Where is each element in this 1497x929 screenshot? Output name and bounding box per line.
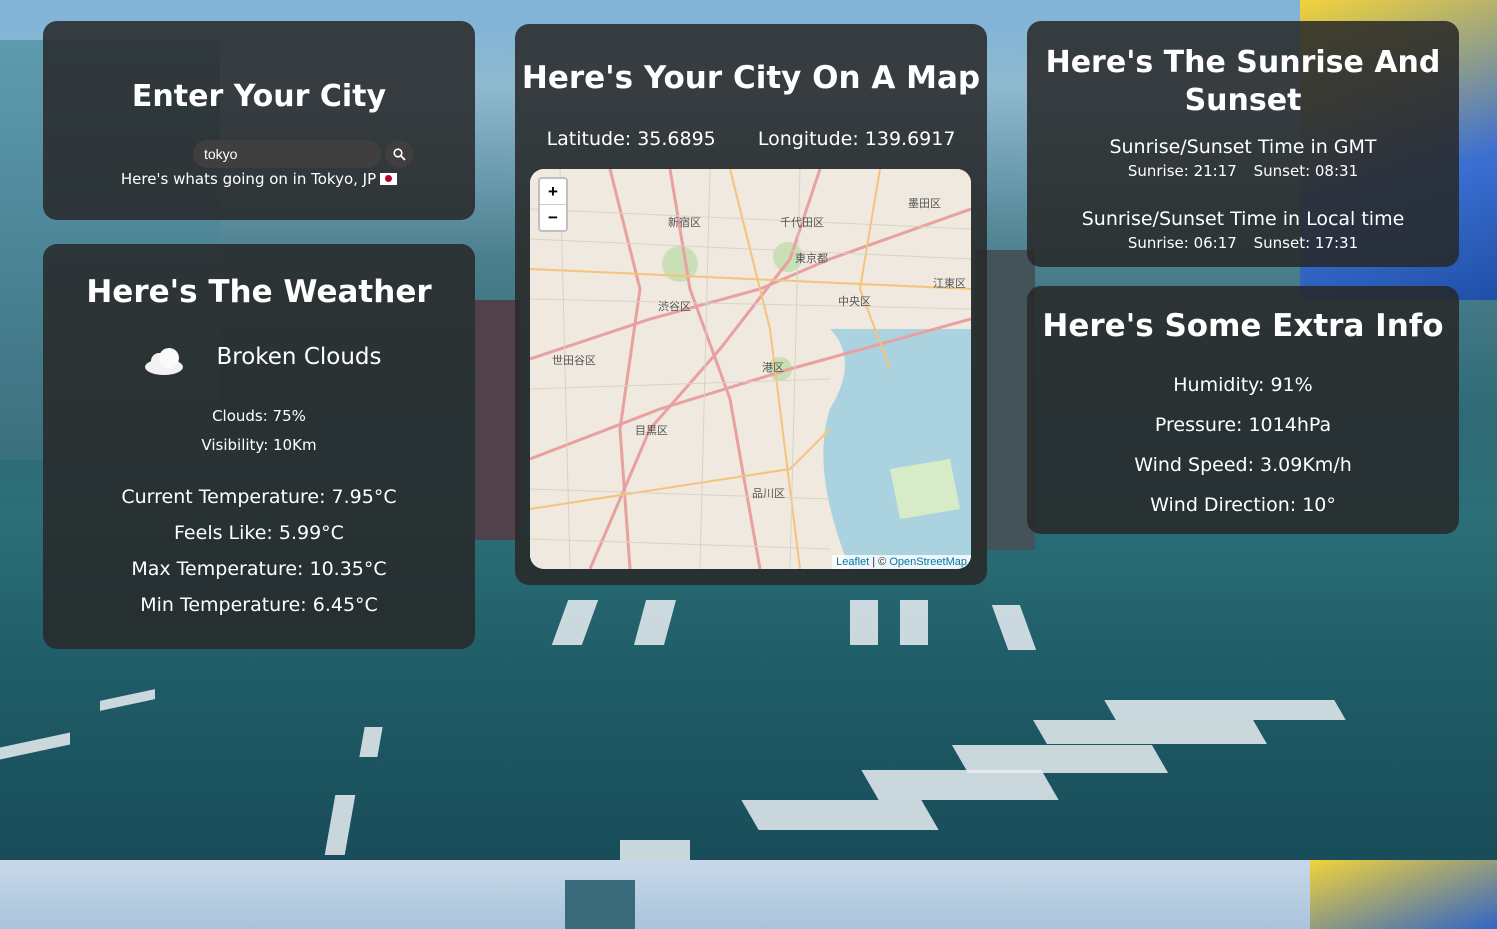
gmt-title: Sunrise/Sunset Time in GMT [1109, 136, 1377, 158]
local-sunrise: Sunrise: 06:17 [1127, 234, 1237, 252]
japan-flag-icon [380, 173, 398, 185]
clouds-value: Clouds: 75% [212, 407, 306, 425]
city-map[interactable]: 新宿区 千代田区 墨田区 東京都 江東区 渋谷区 中央区 世田谷区 港区 目黒区… [530, 169, 971, 569]
min-temperature: Min Temperature: 6.45°C [140, 594, 378, 616]
svg-text:千代田区: 千代田区 [780, 216, 824, 229]
city-search-card: Enter Your City Here's whats going on in… [43, 21, 475, 220]
feels-like: Feels Like: 5.99°C [174, 522, 344, 544]
max-temperature: Max Temperature: 10.35°C [131, 558, 387, 580]
sun-card-title: Here's The Sunrise And Sunset [1045, 45, 1441, 118]
svg-text:墨田区: 墨田区 [908, 197, 941, 210]
weather-card: Here's The Weather Broken Clouds Clouds:… [43, 244, 475, 649]
visibility-value: Visibility: 10Km [201, 436, 317, 454]
svg-text:渋谷区: 渋谷区 [658, 300, 691, 313]
zoom-in-button[interactable]: + [540, 179, 566, 204]
city-card-title: Enter Your City [131, 79, 387, 114]
sunrise-sunset-card: Here's The Sunrise And Sunset Sunrise/Su… [1027, 21, 1459, 267]
extra-info-card: Here's Some Extra Info Humidity: 91% Pre… [1027, 286, 1459, 534]
humidity-value: Humidity: 91% [1173, 374, 1313, 396]
gmt-sunset: Sunset: 08:31 [1253, 162, 1359, 180]
map-card: Here's Your City On A Map Latitude: 35.6… [515, 24, 987, 585]
search-icon [392, 147, 406, 161]
local-title: Sunrise/Sunset Time in Local time [1081, 208, 1405, 230]
local-sunset: Sunset: 17:31 [1253, 234, 1359, 252]
map-zoom-control: + − [538, 177, 568, 232]
search-button[interactable] [385, 140, 413, 168]
city-message-text: Here's whats going on in Tokyo, JP [120, 170, 377, 188]
wind-speed-value: Wind Speed: 3.09Km/h [1134, 454, 1352, 476]
pressure-value: Pressure: 1014hPa [1154, 414, 1332, 436]
latitude-value: Latitude: 35.6895 [546, 128, 716, 150]
svg-text:東京都: 東京都 [795, 251, 828, 265]
background-photo-repeat [0, 860, 1497, 929]
svg-text:品川区: 品川区 [752, 487, 785, 500]
weather-card-title: Here's The Weather [86, 274, 432, 310]
svg-text:新宿区: 新宿区 [668, 215, 701, 229]
extra-card-title: Here's Some Extra Info [1042, 308, 1444, 344]
gmt-times: Sunrise: 21:17 Sunset: 08:31 [1027, 162, 1459, 180]
svg-text:目黒区: 目黒区 [635, 424, 668, 437]
wind-direction-value: Wind Direction: 10° [1150, 494, 1336, 516]
weather-condition: Broken Clouds [216, 344, 382, 370]
current-temperature: Current Temperature: 7.95°C [121, 486, 397, 508]
map-attribution: Leaflet | © OpenStreetMap [832, 555, 971, 569]
attribution-separator: | © [869, 556, 890, 568]
coordinates: Latitude: 35.6895 Longitude: 139.6917 [515, 128, 987, 150]
map-tiles: 新宿区 千代田区 墨田区 東京都 江東区 渋谷区 中央区 世田谷区 港区 目黒区… [530, 169, 971, 569]
svg-text:港区: 港区 [762, 361, 784, 374]
city-location-message: Here's whats going on in Tokyo, JP [43, 170, 475, 188]
leaflet-link[interactable]: Leaflet [836, 556, 869, 568]
openstreetmap-link[interactable]: OpenStreetMap [889, 556, 967, 568]
zoom-out-button[interactable]: − [540, 204, 566, 230]
map-card-title: Here's Your City On A Map [521, 60, 981, 96]
svg-text:江東区: 江東区 [933, 277, 966, 290]
gmt-sunrise: Sunrise: 21:17 [1127, 162, 1237, 180]
svg-text:中央区: 中央区 [838, 295, 871, 308]
longitude-value: Longitude: 139.6917 [757, 128, 956, 150]
city-search-input[interactable] [193, 140, 381, 168]
svg-text:世田谷区: 世田谷区 [552, 354, 596, 367]
local-times: Sunrise: 06:17 Sunset: 17:31 [1027, 234, 1459, 252]
